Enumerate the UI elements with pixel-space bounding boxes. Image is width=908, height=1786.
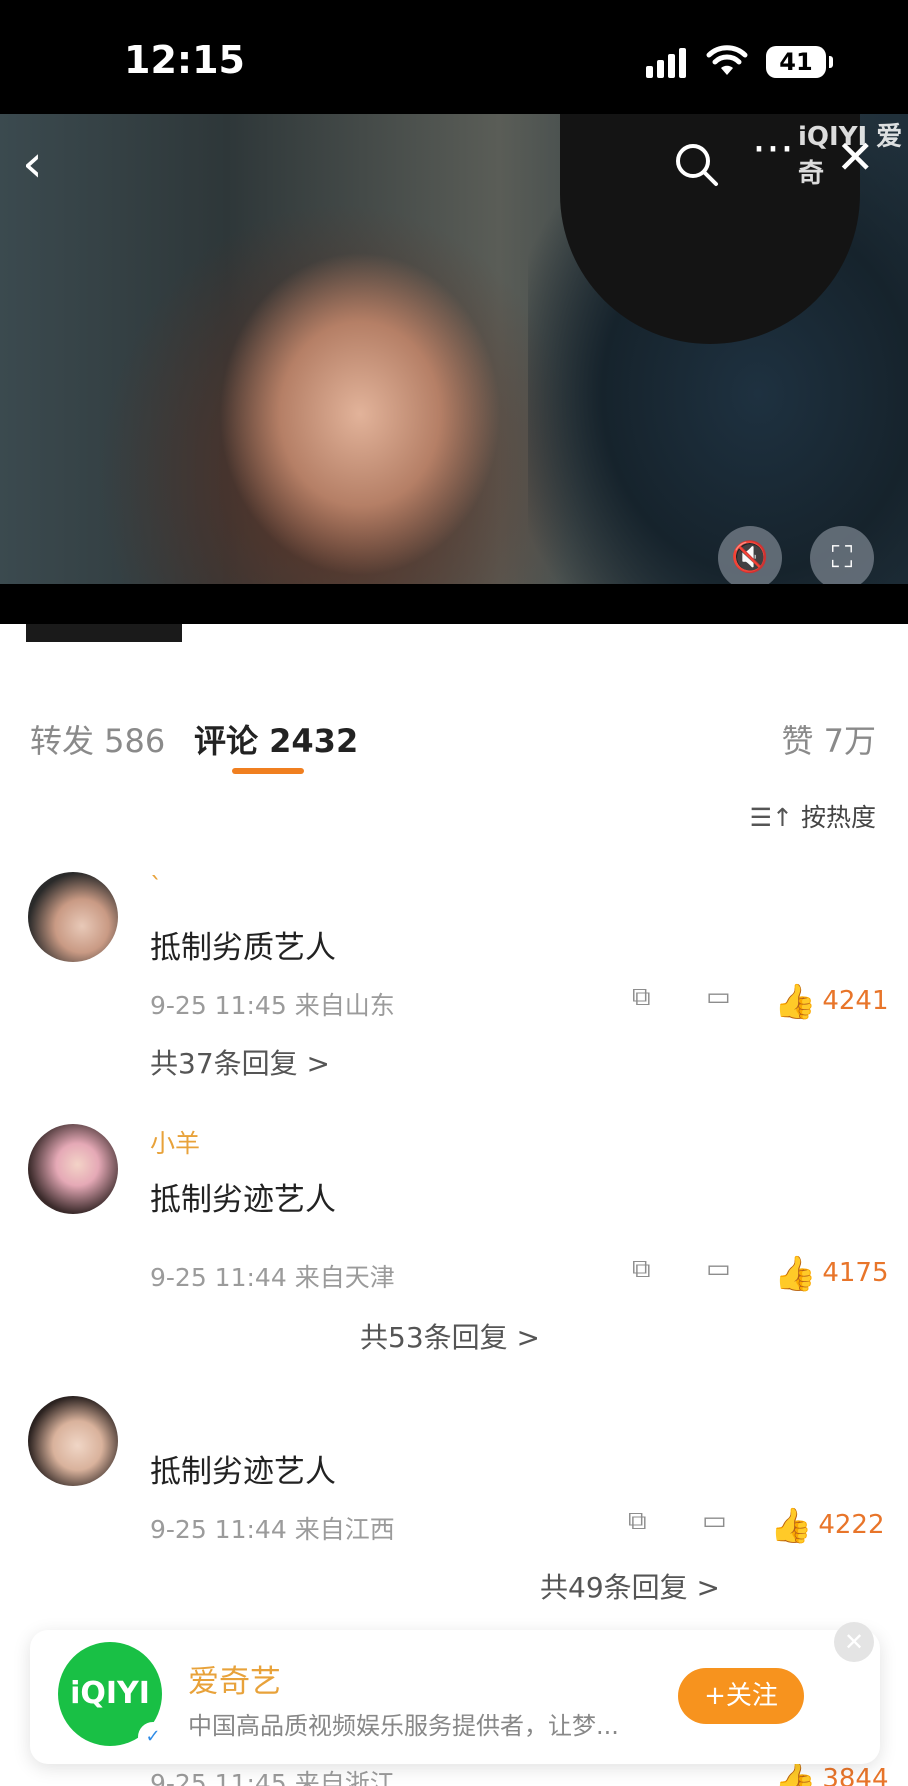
more-icon[interactable]: ··· (752, 128, 794, 172)
fullscreen-icon[interactable]: ⛶ (810, 526, 874, 584)
follow-card[interactable]: iQIYI ✓ 爱奇艺 中国高品质视频娱乐服务提供者，让梦... +关注 ✕ (30, 1622, 880, 1764)
avatar[interactable] (28, 872, 118, 962)
mute-icon[interactable]: 🔇 (718, 526, 782, 584)
thumbs-up-icon: 👍 (774, 1764, 817, 1786)
battery-icon: 41 (766, 46, 833, 78)
wifi-icon (706, 45, 748, 75)
comment-username[interactable]: 小羊 (150, 1124, 200, 1160)
like-button[interactable]: 👍 3844 (774, 1764, 889, 1786)
tab-active-indicator (232, 768, 304, 774)
follow-button[interactable]: +关注 (678, 1668, 804, 1724)
comment-text: 抵制劣迹艺人 (150, 1182, 336, 1218)
reply-icon[interactable]: ▭ (706, 982, 731, 1012)
avatar[interactable] (28, 1396, 118, 1486)
share-icon[interactable]: ⧉ (628, 1506, 647, 1537)
sort-button[interactable]: ☰↑ 按热度 (750, 798, 876, 834)
post-tabs: 转发 586 评论 2432 赞 7万 (0, 708, 908, 774)
like-button[interactable]: 👍 4241 (774, 982, 889, 1022)
reply-icon[interactable]: ▭ (702, 1506, 727, 1536)
comment-meta: 9-25 11:44 来自天津 (150, 1263, 395, 1292)
tab-comment[interactable]: 评论 2432 (194, 716, 358, 762)
comment-text: 抵制劣迹艺人 (150, 1454, 336, 1490)
status-time: 12:15 (124, 38, 245, 82)
tab-repost[interactable]: 转发 586 (30, 716, 165, 762)
follow-account-name[interactable]: 爱奇艺 (188, 1656, 281, 1701)
search-icon[interactable] (672, 140, 720, 188)
comment-meta: 9-25 11:45 来自山东 (150, 991, 395, 1020)
view-replies-link[interactable]: 共49条回复 > (540, 1566, 720, 1606)
comment-text: 抵制劣质艺人 (150, 930, 336, 966)
cellular-signal-icon (646, 46, 692, 78)
thumbs-up-icon: 👍 (770, 1506, 813, 1546)
status-bar: 12:15 41 (0, 0, 908, 114)
share-icon[interactable]: ⧉ (632, 982, 651, 1013)
comment-meta: 9-25 11:44 来自江西 (150, 1515, 395, 1544)
share-icon[interactable]: ⧉ (632, 1254, 651, 1285)
like-button[interactable]: 👍 4222 (770, 1506, 885, 1546)
close-icon[interactable]: ✕ (834, 1622, 874, 1662)
sort-label: 按热度 (800, 803, 876, 832)
view-replies-link[interactable]: 共53条回复 > (360, 1316, 540, 1356)
video-player[interactable]: ‹ ··· ✕ iQIYI 爱奇 🔇 ⛶ (0, 114, 908, 584)
verified-badge-icon: ✓ (138, 1722, 168, 1752)
comment-username[interactable]: ` (150, 872, 163, 901)
like-button[interactable]: 👍 4175 (774, 1254, 889, 1294)
tab-like[interactable]: 赞 7万 (781, 716, 876, 762)
back-icon[interactable]: ‹ (22, 138, 43, 190)
sort-icon: ☰↑ (749, 803, 793, 832)
thumbs-up-icon: 👍 (774, 982, 817, 1022)
next-comment-peek: 9-25 11:45 来自浙江 👍 3844 (0, 1764, 908, 1786)
reply-icon[interactable]: ▭ (706, 1254, 731, 1284)
view-replies-link[interactable]: 共37条回复 > (150, 1042, 330, 1082)
post-image-thumbnail[interactable] (26, 624, 182, 642)
thumbs-up-icon: 👍 (774, 1254, 817, 1294)
video-watermark: iQIYI 爱奇 (798, 122, 903, 189)
avatar[interactable] (28, 1124, 118, 1214)
follow-account-desc: 中国高品质视频娱乐服务提供者，让梦... (188, 1712, 619, 1740)
video-bottom-bar (0, 584, 908, 624)
